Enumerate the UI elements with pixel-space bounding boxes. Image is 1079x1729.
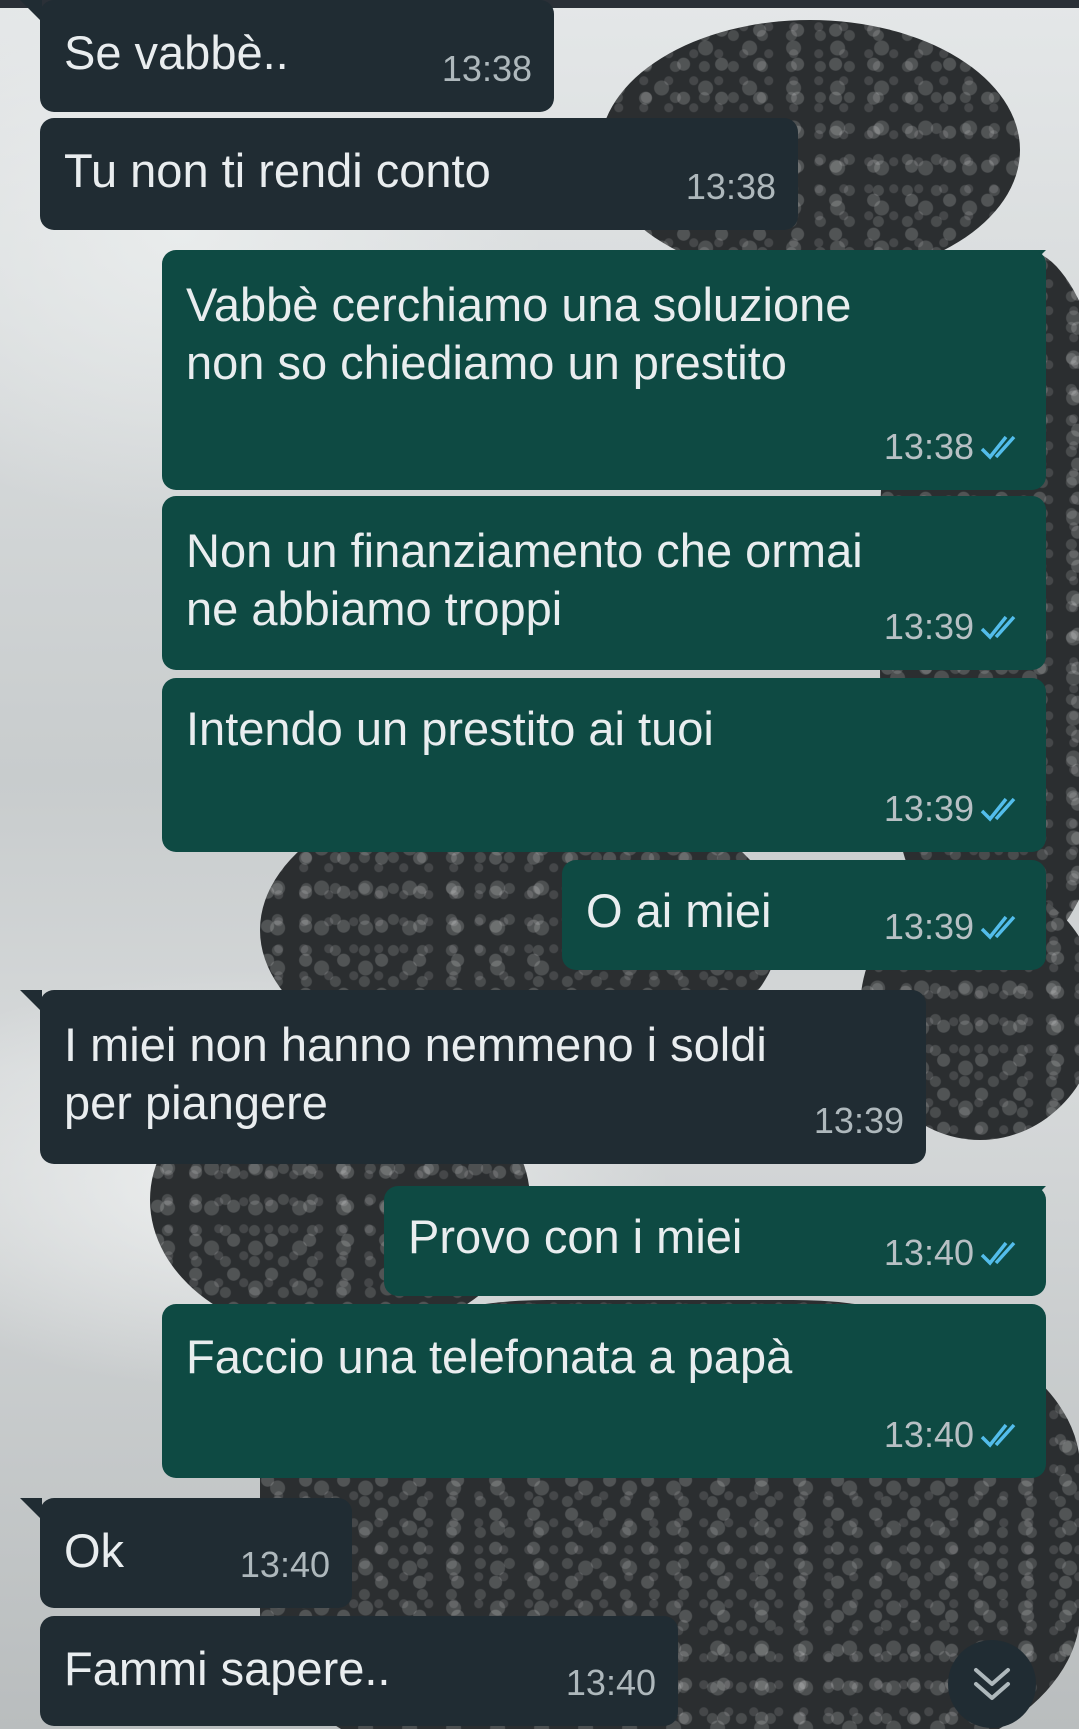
message-time: 13:39 [883,788,974,829]
message-time: 13:38 [441,48,532,89]
message-meta: 13:39 [884,598,1024,656]
message-time: 13:39 [883,606,974,647]
message-outgoing[interactable]: Provo con i miei 13:40 [384,1186,1046,1296]
double-check-icon [980,797,1016,822]
message-time: 13:40 [239,1544,330,1585]
double-check-icon [980,915,1016,940]
message-incoming[interactable]: Fammi sapere.. 13:40 [40,1616,678,1726]
message-meta: 13:40 [240,1536,330,1594]
message-incoming[interactable]: Ok 13:40 [40,1498,352,1608]
message-text: Vabbè cerchiamo una soluzione non so chi… [186,278,852,389]
message-meta: 13:39 [884,898,1024,956]
message-meta: 13:38 [686,158,776,216]
message-time: 13:38 [685,166,776,207]
message-outgoing[interactable]: Faccio una telefonata a papà 13:40 [162,1304,1046,1478]
message-outgoing[interactable]: Intendo un prestito ai tuoi 13:39 [162,678,1046,852]
bubble-tail [20,1498,42,1520]
message-time: 13:39 [813,1100,904,1141]
message-text: Faccio una telefonata a papà [186,1330,793,1383]
message-text: I miei non hanno nemmeno i soldi per pia… [64,1018,767,1129]
message-incoming[interactable]: I miei non hanno nemmeno i soldi per pia… [40,990,926,1164]
message-outgoing[interactable]: Non un finanziamento che ormai ne abbiam… [162,496,1046,670]
double-check-icon [980,435,1016,460]
message-meta: 13:40 [884,1406,1024,1464]
message-meta: 13:38 [442,40,532,98]
message-time: 13:38 [883,426,974,467]
message-meta: 13:39 [814,1092,904,1150]
message-meta: 13:40 [884,1224,1024,1282]
message-meta: 13:39 [884,780,1024,838]
message-text: Tu non ti rendi conto [64,144,491,197]
scroll-to-bottom-button[interactable] [948,1640,1036,1728]
double-check-icon [980,615,1016,640]
double-check-icon [980,1241,1016,1266]
chevron-double-down-icon [974,1668,1010,1700]
message-meta: 13:40 [566,1654,656,1712]
message-time: 13:40 [565,1662,656,1703]
message-text: Intendo un prestito ai tuoi [186,702,714,755]
double-check-icon [980,1423,1016,1448]
message-outgoing[interactable]: Vabbè cerchiamo una soluzione non so chi… [162,250,1046,490]
bubble-tail [20,0,42,22]
message-meta: 13:38 [884,418,1024,476]
message-incoming[interactable]: Tu non ti rendi conto 13:38 [40,118,798,230]
bubble-tail [20,990,42,1012]
message-time: 13:40 [883,1232,974,1273]
message-time: 13:40 [883,1414,974,1455]
message-time: 13:39 [883,906,974,947]
message-incoming[interactable]: Se vabbè.. 13:38 [40,0,554,112]
message-outgoing[interactable]: O ai miei 13:39 [562,860,1046,970]
